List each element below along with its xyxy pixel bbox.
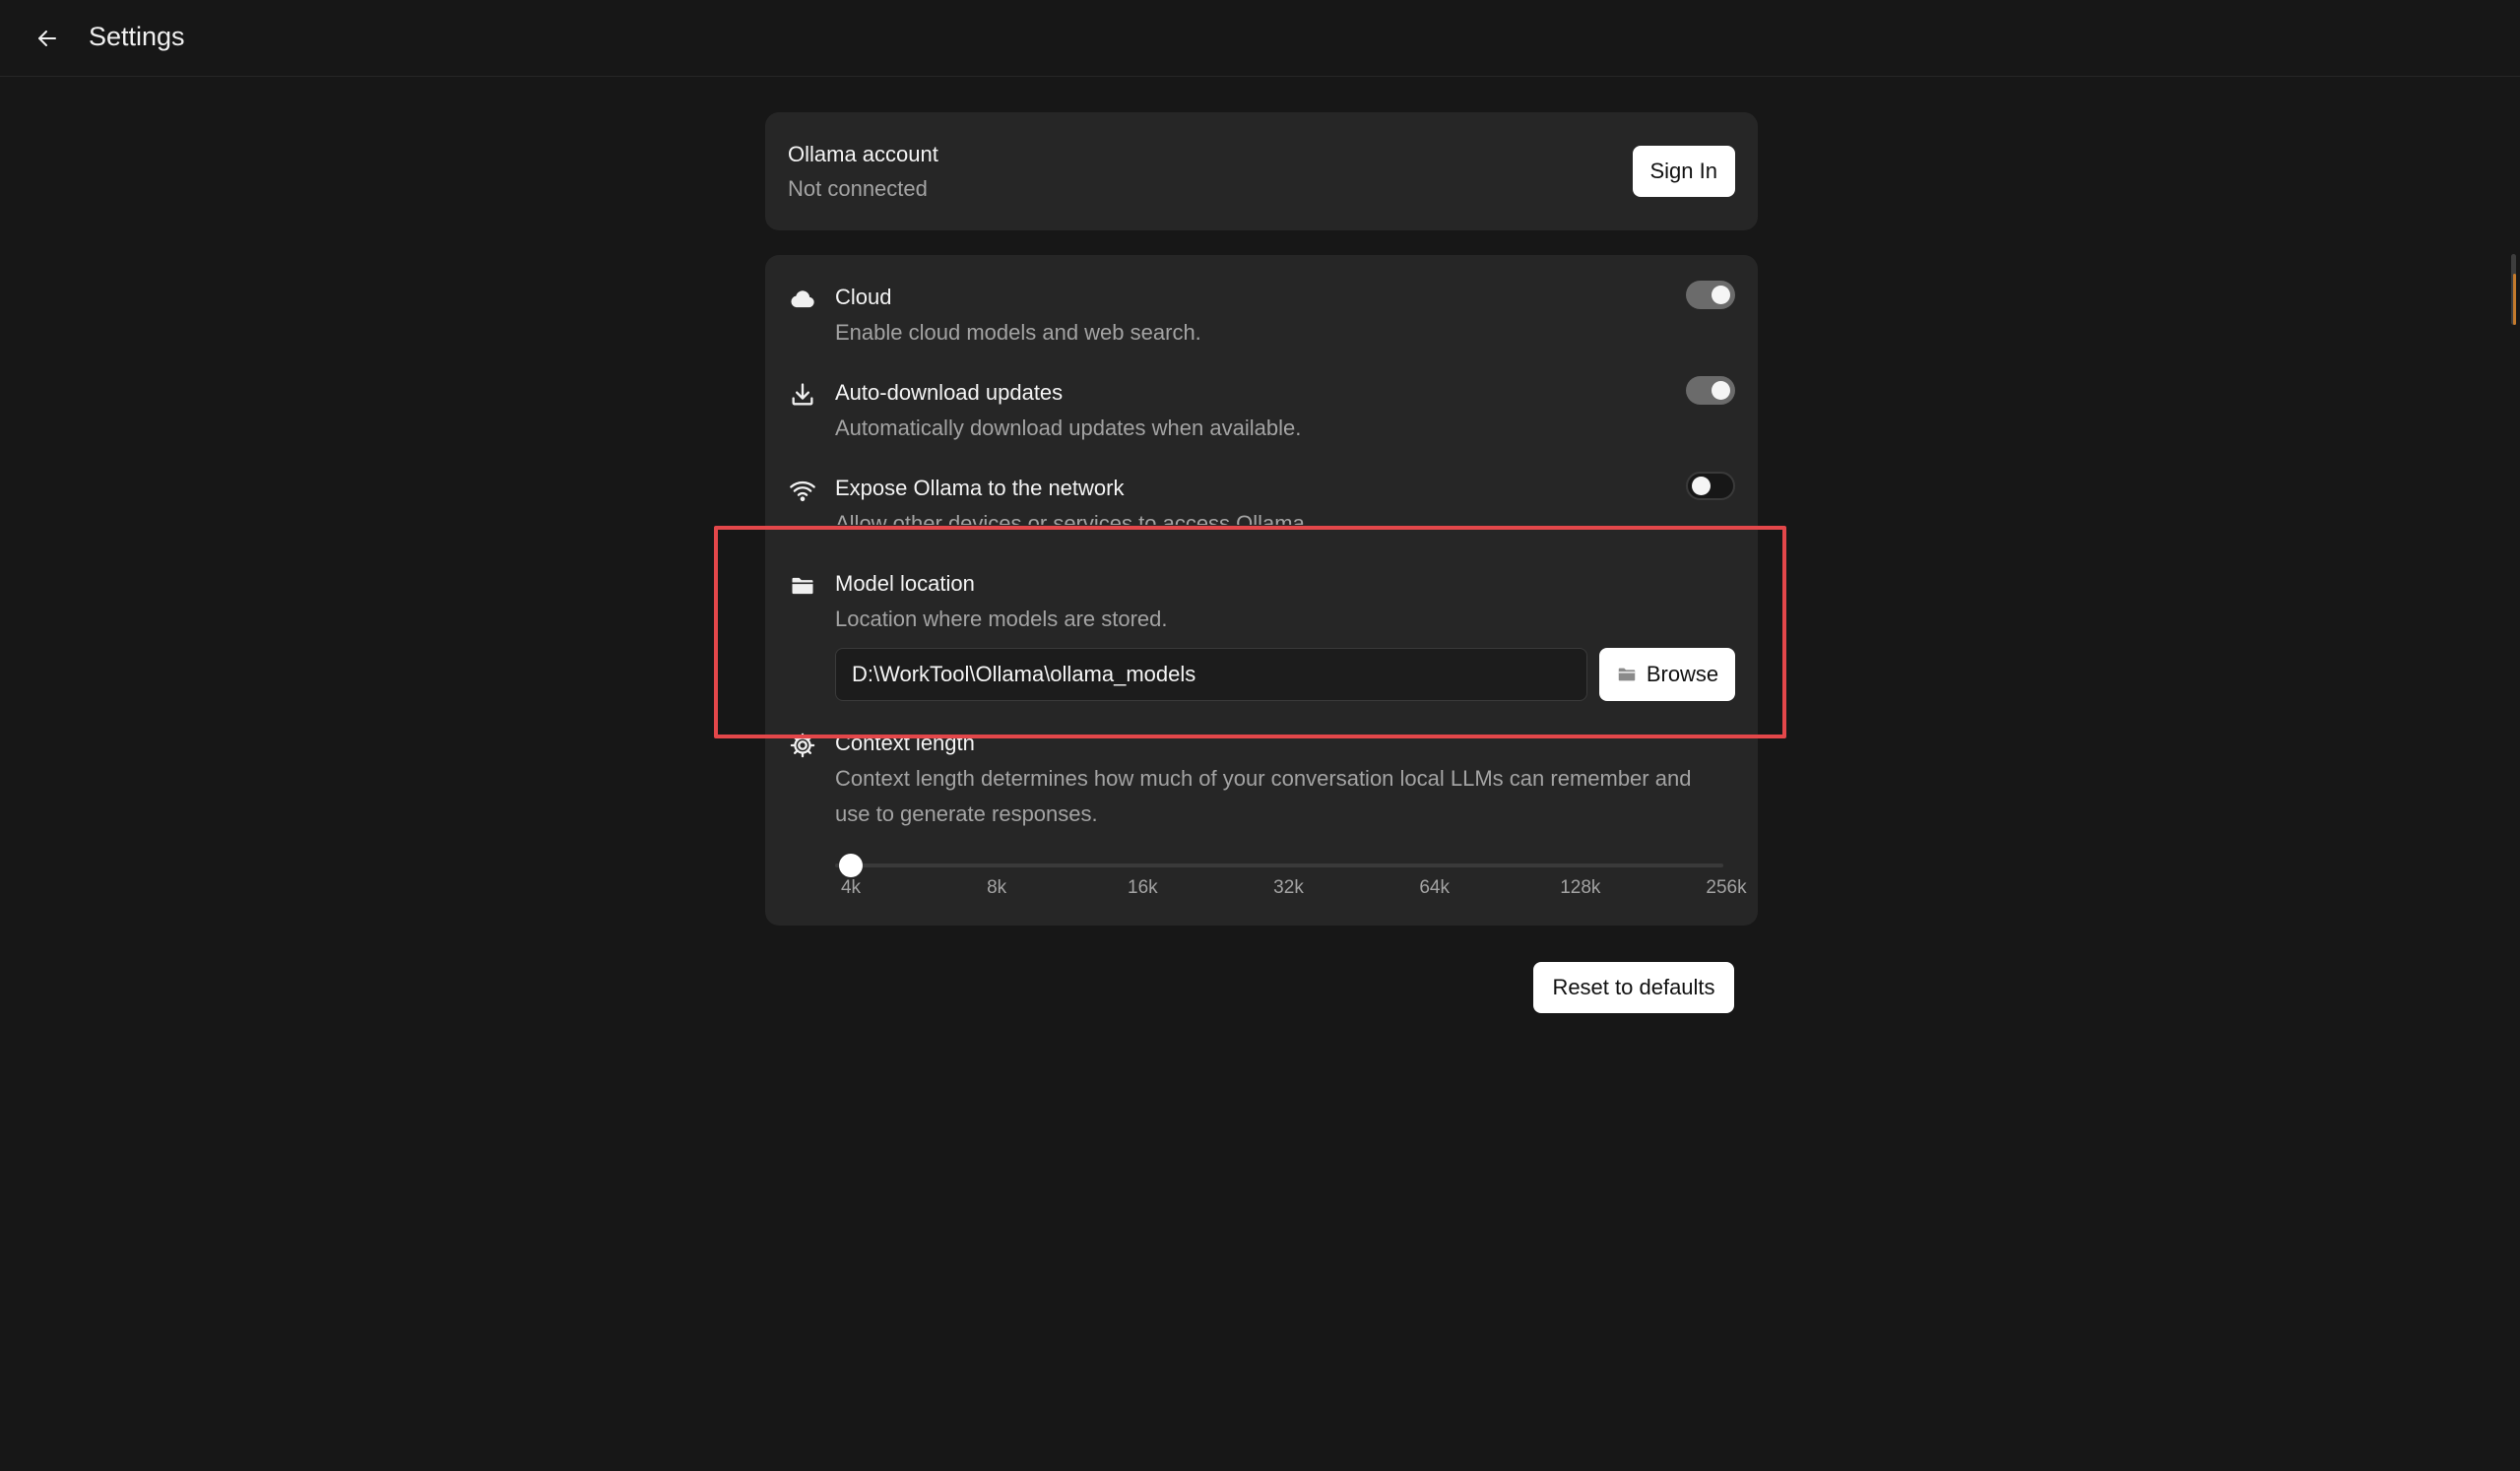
context-length-slider-track[interactable] (835, 863, 1723, 867)
account-title: Ollama account (788, 142, 938, 166)
expose-network-description: Allow other devices or services to acces… (835, 511, 1311, 525)
context-length-description-line1: Context length determines how much of yo… (835, 766, 1692, 791)
scrollbar-accent (2513, 274, 2516, 325)
model-location-input[interactable] (835, 648, 1587, 701)
sign-in-button[interactable]: Sign In (1632, 146, 1735, 197)
auto-download-title: Auto-download updates (835, 380, 1064, 405)
top-bar: Settings (0, 0, 2520, 77)
account-status: Not connected (788, 176, 928, 201)
context-length-tick-label: 32k (1273, 877, 1304, 898)
context-length-tick-label: 256k (1706, 877, 1747, 898)
browse-button[interactable]: Browse (1599, 648, 1735, 701)
cloud-toggle[interactable] (1686, 281, 1735, 309)
auto-download-toggle[interactable] (1686, 376, 1735, 405)
context-length-tick-label: 8k (987, 877, 1007, 898)
back-button[interactable] (28, 22, 67, 55)
settings-card: Cloud Enable cloud models and web search… (765, 255, 1758, 926)
folder-icon (788, 571, 817, 601)
context-length-description-line2: use to generate responses. (835, 801, 1098, 826)
cloud-icon (788, 285, 817, 314)
cloud-description: Enable cloud models and web search. (835, 320, 1201, 345)
context-length-tick-label: 64k (1419, 877, 1450, 898)
reset-to-defaults-button[interactable]: Reset to defaults (1533, 962, 1734, 1013)
wifi-icon (788, 476, 817, 505)
context-length-title: Context length (835, 731, 975, 755)
arrow-left-icon (38, 31, 56, 46)
model-location-title: Model location (835, 571, 975, 596)
expose-network-toggle[interactable] (1686, 472, 1735, 500)
cloud-title: Cloud (835, 285, 892, 309)
account-card: Ollama account Not connected Sign In (765, 112, 1758, 230)
context-length-tick-label: 4k (840, 877, 862, 898)
page-title: Settings (89, 22, 185, 51)
context-length-tick-label: 128k (1560, 877, 1601, 898)
context-length-tick-label: 16k (1128, 877, 1158, 898)
folder-icon (1618, 668, 1636, 681)
download-icon (788, 380, 817, 410)
context-length-slider-thumb[interactable] (839, 854, 863, 877)
expose-network-title: Expose Ollama to the network (835, 476, 1125, 500)
auto-download-description: Automatically download updates when avai… (835, 416, 1302, 440)
browse-label: Browse (1646, 662, 1719, 686)
model-location-description: Location where models are stored. (835, 607, 1168, 631)
gear-icon (788, 731, 817, 760)
